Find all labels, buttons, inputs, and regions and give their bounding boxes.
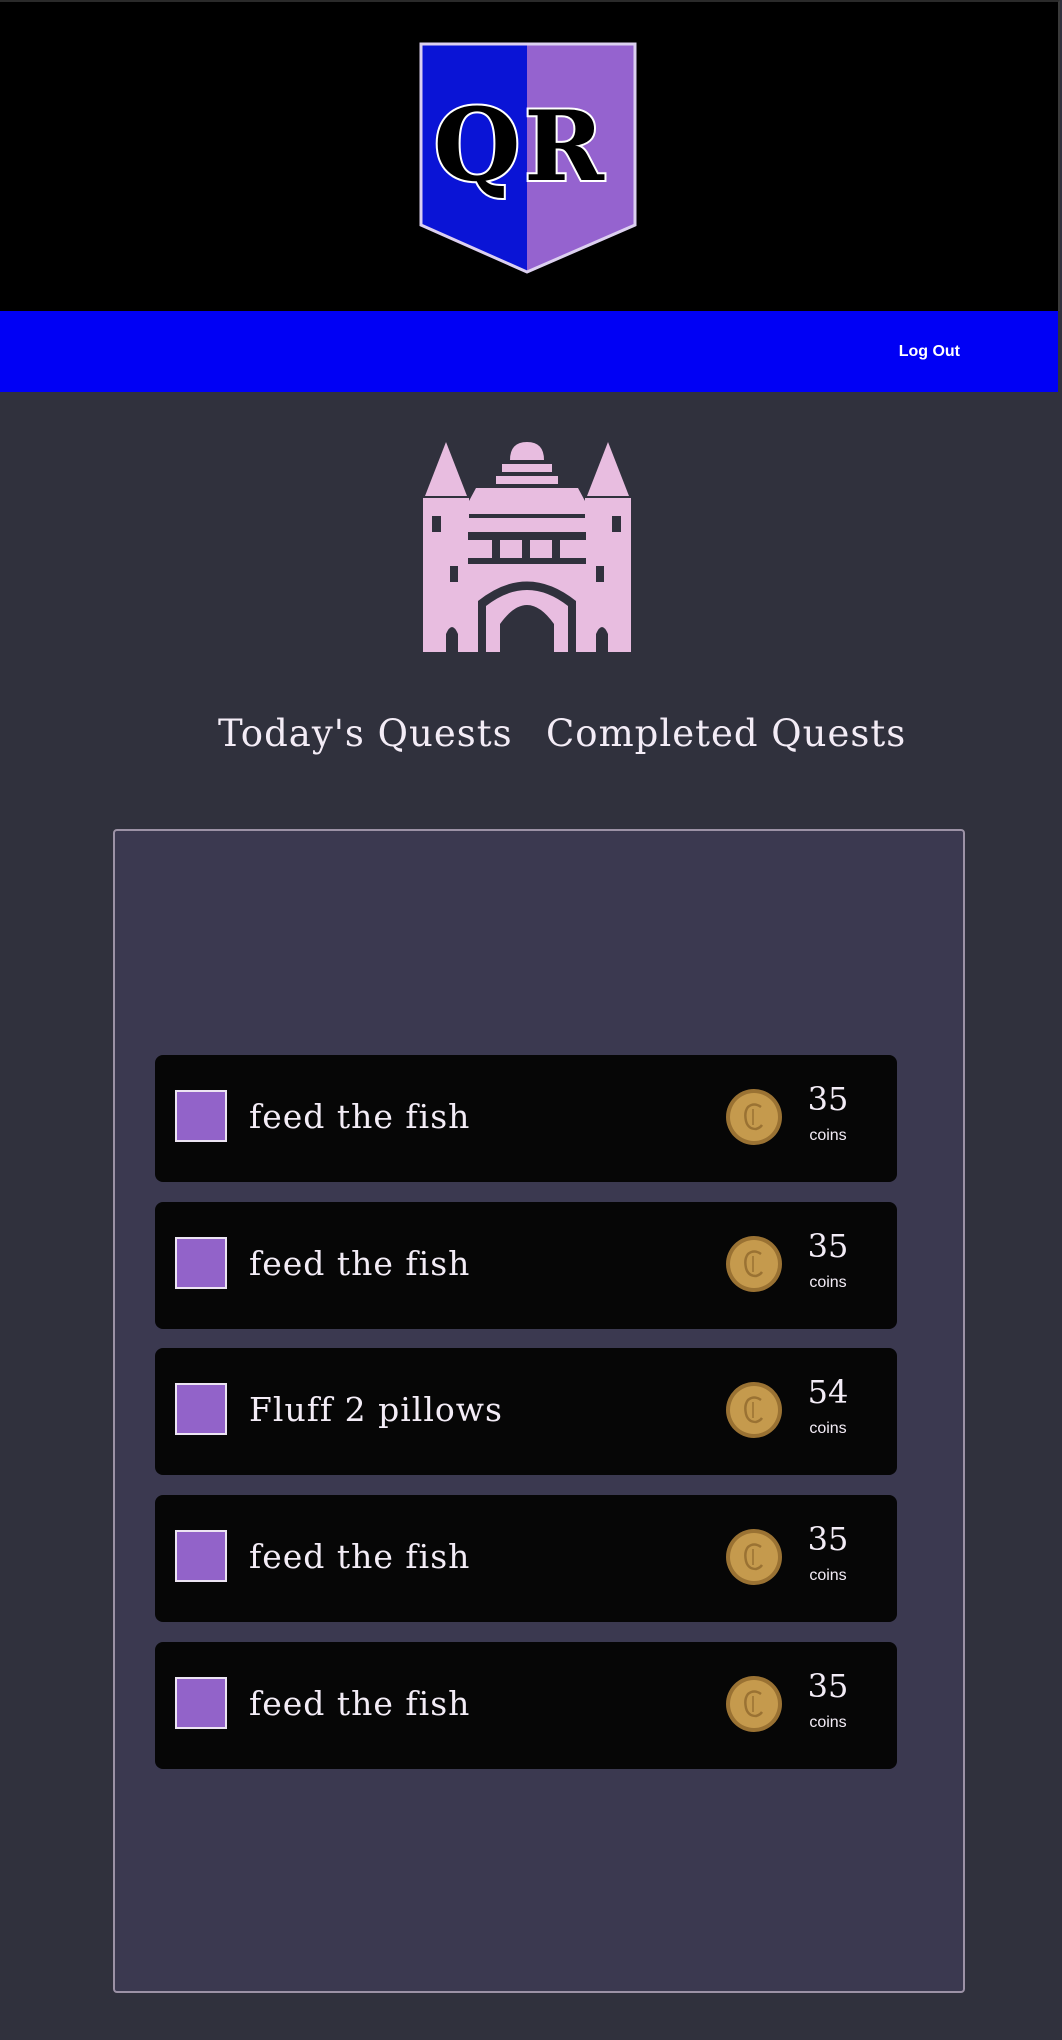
quest-card: feed the fish 35 coins bbox=[155, 1642, 897, 1769]
coin-amount: 35 bbox=[807, 1667, 849, 1705]
quest-checkbox[interactable] bbox=[175, 1383, 227, 1435]
quest-checkbox[interactable] bbox=[175, 1090, 227, 1142]
coin-icon bbox=[726, 1089, 782, 1145]
shield-logo-icon[interactable]: Q R bbox=[419, 42, 639, 276]
tab-completed-quests[interactable]: Completed Quests bbox=[546, 712, 906, 755]
coin-unit-label: coins bbox=[809, 1274, 847, 1291]
logo-letter-r: R bbox=[524, 90, 605, 203]
quest-checkbox[interactable] bbox=[175, 1530, 227, 1582]
coin-amount: 35 bbox=[807, 1520, 849, 1558]
coin-icon bbox=[726, 1236, 782, 1292]
coin-amount: 54 bbox=[807, 1373, 849, 1411]
quest-title: feed the fish bbox=[249, 1684, 471, 1723]
coin-amount: 35 bbox=[807, 1227, 849, 1265]
logo-letter-q: Q bbox=[433, 86, 520, 204]
coin-icon bbox=[726, 1529, 782, 1585]
nav-bar: Log Out bbox=[0, 311, 1058, 392]
coin-unit-label: coins bbox=[809, 1567, 847, 1584]
coin-icon bbox=[726, 1676, 782, 1732]
site-header: Q R bbox=[0, 0, 1060, 311]
castle-icon bbox=[423, 442, 631, 652]
quest-card: feed the fish 35 coins bbox=[155, 1495, 897, 1622]
tab-todays-quests[interactable]: Today's Quests bbox=[218, 712, 513, 755]
quest-card: feed the fish 35 coins bbox=[155, 1202, 897, 1329]
logout-link[interactable]: Log Out bbox=[899, 311, 960, 392]
quest-title: feed the fish bbox=[249, 1244, 471, 1283]
coin-unit-label: coins bbox=[809, 1714, 847, 1731]
coin-icon bbox=[726, 1382, 782, 1438]
coin-amount: 35 bbox=[807, 1080, 849, 1118]
quest-checkbox[interactable] bbox=[175, 1677, 227, 1729]
quest-title: Fluff 2 pillows bbox=[249, 1390, 503, 1429]
coin-unit-label: coins bbox=[809, 1420, 847, 1437]
coin-unit-label: coins bbox=[809, 1127, 847, 1144]
quest-checkbox[interactable] bbox=[175, 1237, 227, 1289]
quest-card: feed the fish 35 coins bbox=[155, 1055, 897, 1182]
quest-title: feed the fish bbox=[249, 1097, 471, 1136]
quest-card: Fluff 2 pillows 54 coins bbox=[155, 1348, 897, 1475]
quest-title: feed the fish bbox=[249, 1537, 471, 1576]
